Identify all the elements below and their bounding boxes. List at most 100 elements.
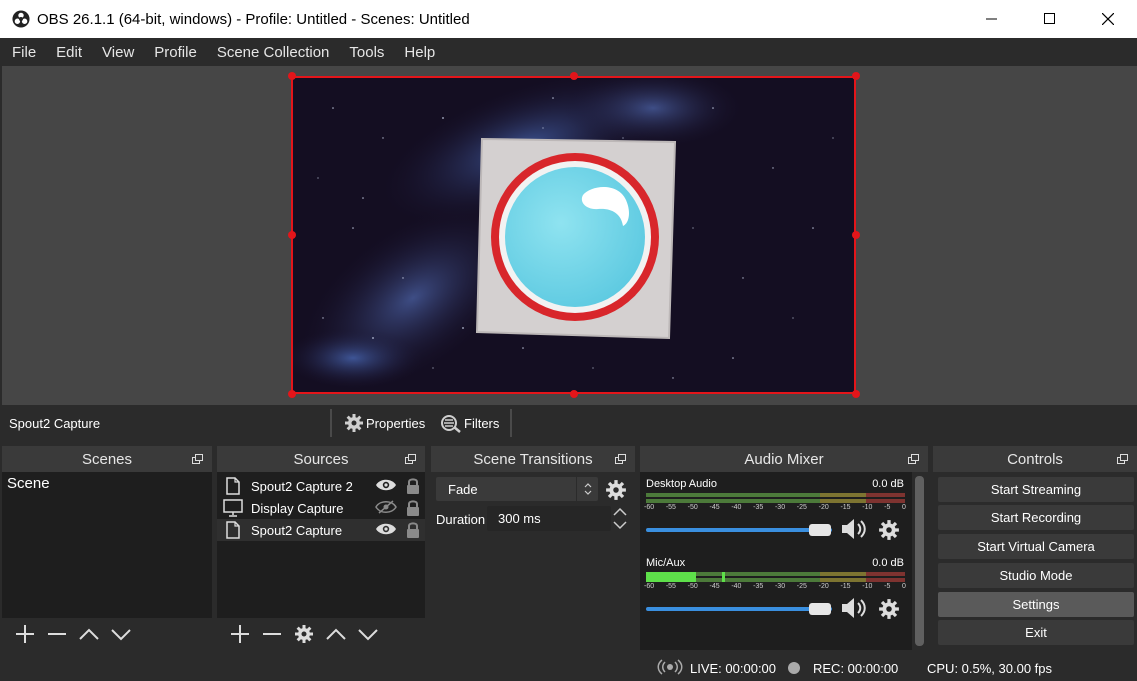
volume-slider-handle[interactable] (809, 524, 831, 536)
move-source-down-button[interactable] (352, 620, 384, 648)
preview-canvas[interactable] (291, 76, 856, 394)
menu-view[interactable]: View (92, 44, 144, 61)
settings-button[interactable]: Settings (938, 592, 1134, 617)
undock-icon[interactable] (1117, 454, 1128, 464)
close-icon (1102, 13, 1114, 25)
add-scene-button[interactable] (9, 620, 41, 648)
menu-profile[interactable]: Profile (144, 44, 207, 61)
source-list-item[interactable]: Display Capture (217, 497, 425, 519)
gear-icon[interactable] (878, 519, 900, 541)
lock-icon[interactable] (405, 521, 421, 539)
cpu-fps-readout: CPU: 0.5%, 30.00 fps (927, 661, 1053, 676)
filters-button[interactable]: Filters (440, 413, 499, 433)
gear-icon[interactable] (878, 598, 900, 620)
menu-bar: File Edit View Profile Scene Collection … (0, 38, 1137, 66)
resize-handle[interactable] (852, 72, 860, 80)
eye-icon[interactable] (375, 522, 397, 536)
source-properties-button[interactable] (288, 620, 320, 648)
preview-area[interactable] (0, 66, 1137, 405)
lock-icon[interactable] (405, 499, 421, 517)
source-list-item[interactable]: Spout2 Capture (217, 519, 425, 541)
minus-icon (263, 633, 281, 635)
move-scene-down-button[interactable] (105, 620, 137, 648)
add-source-button[interactable] (224, 620, 256, 648)
resize-handle[interactable] (288, 231, 296, 239)
start-virtual-camera-button[interactable]: Start Virtual Camera (938, 534, 1134, 559)
transitions-header: Scene Transitions (431, 446, 635, 472)
volume-meter (646, 572, 905, 583)
source-list-item[interactable]: Spout2 Capture 2 (217, 475, 425, 497)
resize-handle[interactable] (852, 231, 860, 239)
audio-mixer-dock: Audio Mixer Desktop Audio 0.0 dB -60 -55-… (640, 446, 928, 650)
maximize-button[interactable] (1021, 0, 1079, 38)
scenes-header: Scenes (2, 446, 212, 472)
transition-settings-gear-icon[interactable] (605, 479, 627, 501)
move-source-up-button[interactable] (320, 620, 352, 648)
source-name: Spout2 Capture 2 (251, 478, 353, 494)
sources-header: Sources (217, 446, 425, 472)
meter-peak-indicator (722, 572, 725, 582)
start-streaming-button[interactable]: Start Streaming (938, 477, 1134, 502)
sources-footer (217, 618, 425, 650)
resize-handle[interactable] (570, 72, 578, 80)
live-broadcast-icon (657, 659, 683, 675)
channel-name: Mic/Aux (646, 557, 686, 569)
remove-source-button[interactable] (256, 620, 288, 648)
undock-icon[interactable] (615, 454, 626, 464)
resize-handle[interactable] (288, 72, 296, 80)
chevron-up-icon (326, 628, 346, 640)
resize-handle[interactable] (288, 390, 296, 398)
scene-transitions-dock: Scene Transitions Fade Duration 300 ms (431, 446, 635, 650)
file-icon (223, 477, 243, 495)
speaker-icon[interactable] (840, 517, 868, 541)
exit-button[interactable]: Exit (938, 620, 1134, 645)
transition-selected-value: Fade (448, 481, 478, 497)
mixer-scrollbar[interactable] (915, 476, 924, 646)
speaker-icon[interactable] (840, 596, 868, 620)
source-name: Display Capture (251, 500, 344, 516)
studio-mode-button[interactable]: Studio Mode (938, 563, 1134, 588)
scenes-dock: Scenes Scene (2, 446, 212, 650)
eye-hidden-icon[interactable] (375, 500, 397, 514)
menu-scene-collection[interactable]: Scene Collection (207, 44, 340, 61)
undock-icon[interactable] (405, 454, 416, 464)
plus-icon (231, 625, 249, 643)
volume-slider[interactable] (646, 528, 832, 532)
select-arrows-icon (576, 477, 598, 501)
volume-slider[interactable] (646, 607, 832, 611)
meter-scale: -60 -55 -50 -45 -40 -35 -30 -25 -20 -15 -10 -5 0 (644, 504, 906, 511)
obs-logo-icon (12, 10, 30, 28)
transition-select[interactable]: Fade (436, 477, 598, 501)
controls-title: Controls (1007, 450, 1063, 468)
close-button[interactable] (1079, 0, 1137, 38)
record-dot-icon (788, 662, 800, 674)
properties-button[interactable]: Properties (344, 413, 425, 433)
menu-file[interactable]: File (2, 44, 46, 61)
menu-edit[interactable]: Edit (46, 44, 92, 61)
channel-name: Desktop Audio (646, 478, 717, 490)
menu-tools[interactable]: Tools (339, 44, 394, 61)
divider (330, 409, 332, 437)
eye-icon[interactable] (375, 478, 397, 492)
sources-dock: Sources Spout2 Capture 2 Display Capture… (217, 446, 425, 650)
resize-handle[interactable] (852, 390, 860, 398)
start-recording-button[interactable]: Start Recording (938, 505, 1134, 530)
move-scene-up-button[interactable] (73, 620, 105, 648)
undock-icon[interactable] (908, 454, 919, 464)
volume-slider-handle[interactable] (809, 603, 831, 615)
transitions-title: Scene Transitions (473, 450, 593, 468)
duration-spinner-icon[interactable] (611, 506, 629, 531)
duration-input[interactable]: 300 ms (487, 506, 611, 531)
minimize-icon (986, 18, 997, 20)
lock-icon[interactable] (405, 477, 421, 495)
channel-db: 0.0 dB (872, 557, 904, 569)
remove-scene-button[interactable] (41, 620, 73, 648)
undock-icon[interactable] (192, 454, 203, 464)
resize-handle[interactable] (570, 390, 578, 398)
maximize-icon (1044, 13, 1055, 24)
mixer-header: Audio Mixer (640, 446, 928, 472)
minimize-button[interactable] (963, 0, 1021, 38)
scene-list-item[interactable]: Scene (2, 472, 212, 494)
menu-help[interactable]: Help (394, 44, 445, 61)
source-name: Spout2 Capture (251, 522, 343, 538)
